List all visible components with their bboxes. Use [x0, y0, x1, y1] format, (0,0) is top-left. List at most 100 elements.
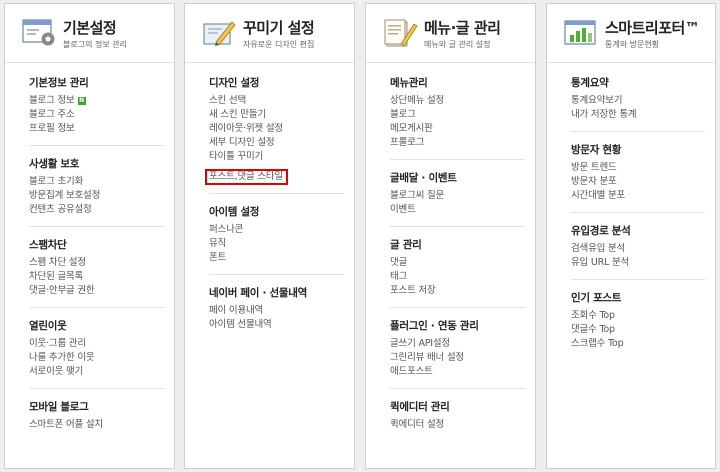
menu-item-top-scraps[interactable]: 스크랩수 Top	[571, 337, 705, 351]
section-privacy: 사생활 보호 블로그 초기화 방문집계 보호설정 컨텐츠 공유설정	[29, 157, 164, 227]
menu-item-hourly-distribution[interactable]: 시간대별 분포	[571, 189, 705, 203]
section-title: 플러그인 · 연동 관리	[390, 320, 479, 332]
section-referrer: 유입경로 분석 검색유입 분석 유입 URL 분석	[571, 224, 705, 280]
section-popular-posts: 인기 포스트 조회수 Top 댓글수 Top 스크랩수 Top	[571, 291, 705, 360]
menu-item-search-referrer[interactable]: 검색유입 분석	[571, 242, 705, 256]
column-menu-post-management: 메뉴·글 관리 메뉴와 글 관리 설정 메뉴관리 상단메뉴 설정 블로그 메모게…	[365, 3, 536, 469]
column-subtitle: 메뉴와 글 관리 설정	[424, 40, 491, 49]
menu-item-font[interactable]: 폰트	[209, 251, 344, 265]
column-title[interactable]: 꾸미기 설정	[243, 17, 315, 38]
column-header: 스마트리포터™ 통계와 방문현황	[547, 4, 715, 63]
design-pencil-icon	[203, 21, 236, 46]
menu-item-tags[interactable]: 태그	[390, 270, 525, 284]
section-naver-pay: 네이버 페이 · 선물내역 페이 이용내역 아이템 선물내역	[209, 286, 344, 341]
menu-item-comments[interactable]: 댓글	[390, 256, 525, 270]
section-title: 방문자 현황	[571, 144, 622, 156]
section-title: 스팸차단	[29, 239, 67, 251]
menu-item-post-save[interactable]: 포스트 저장	[390, 284, 525, 298]
menu-item-neighbor-groups[interactable]: 이웃·그룹 관리	[29, 337, 164, 351]
section-delivery-event: 글배달 · 이벤트 블로그씨 질문 이벤트	[390, 171, 525, 227]
menu-item-stats-summary-view[interactable]: 통계요약보기	[571, 94, 705, 108]
section-items: 아이템 설정 퍼스나콘 뮤직 폰트	[209, 205, 344, 275]
menu-item-gift-history[interactable]: 아이템 선물내역	[209, 318, 344, 332]
menu-item-visitor-distribution[interactable]: 방문자 분포	[571, 175, 705, 189]
menu-item-mutual-neighbors[interactable]: 서로이웃 맺기	[29, 365, 164, 379]
section-title: 인기 포스트	[571, 292, 622, 304]
section-title: 유입경로 분석	[571, 225, 631, 237]
column-subtitle: 블로그의 정보 관리	[63, 40, 127, 49]
menu-item-content-share[interactable]: 컨텐츠 공유설정	[29, 203, 164, 217]
bar-chart-icon	[564, 20, 596, 45]
section-title: 네이버 페이 · 선물내역	[209, 287, 307, 299]
menu-item-blog-info[interactable]: 블로그 정보 N	[29, 94, 164, 108]
section-title: 글배달 · 이벤트	[390, 172, 457, 184]
column-header: 꾸미기 설정 자유로운 디자인 편집	[185, 4, 354, 63]
menu-item-top-comments[interactable]: 댓글수 Top	[571, 323, 705, 337]
section-mobile: 모바일 블로그 스마트폰 어플 설치	[29, 400, 164, 441]
menu-item-post-comment-style[interactable]: 포스트,댓글 스타일	[205, 169, 288, 185]
section-title: 아이템 설정	[209, 206, 260, 218]
menu-item-quick-editor-settings[interactable]: 퀵에디터 설정	[390, 418, 525, 432]
section-title: 메뉴관리	[390, 77, 428, 89]
menu-item-adpost[interactable]: 애드포스트	[390, 365, 525, 379]
menu-item-saved-stats[interactable]: 내가 저장한 통계	[571, 108, 705, 122]
menu-item-green-review-banner[interactable]: 그린리뷰 배너 설정	[390, 351, 525, 365]
column-header: 기본설정 블로그의 정보 관리	[5, 4, 174, 63]
section-basic-info: 기본정보 관리 블로그 정보 N 블로그 주소 프로필 정보	[29, 76, 164, 146]
menu-item-memo-board[interactable]: 메모게시판	[390, 122, 525, 136]
menu-item-prologue[interactable]: 프롤로그	[390, 136, 525, 150]
section-post-management: 글 관리 댓글 태그 포스트 저장	[390, 238, 525, 308]
section-visitors: 방문자 현황 방문 트렌드 방문자 분포 시간대별 분포	[571, 143, 705, 213]
menu-item-blog-reset[interactable]: 블로그 초기화	[29, 175, 164, 189]
menu-item-smartphone-app[interactable]: 스마트폰 어플 설치	[29, 418, 164, 432]
menu-item-title-decorate[interactable]: 타이틀 꾸미기	[209, 150, 344, 164]
column-subtitle: 자유로운 디자인 편집	[243, 40, 315, 49]
section-neighbors: 열린이웃 이웃·그룹 관리 나를 추가한 이웃 서로이웃 맺기	[29, 319, 164, 389]
menu-item-blog-address[interactable]: 블로그 주소	[29, 108, 164, 122]
column-title[interactable]: 기본설정	[63, 17, 117, 38]
section-title: 퀵에디터 관리	[390, 401, 450, 413]
section-spam: 스팸차단 스팸 차단 설정 차단된 글목록 댓글·안부글 권한	[29, 238, 164, 308]
menu-item-spam-settings[interactable]: 스팸 차단 설정	[29, 256, 164, 270]
column-title[interactable]: 메뉴·글 관리	[424, 17, 501, 38]
menu-item-music[interactable]: 뮤직	[209, 237, 344, 251]
section-quick-editor: 퀵에디터 관리 퀵에디터 설정	[390, 400, 525, 441]
menu-item-visit-protection[interactable]: 방문집계 보호설정	[29, 189, 164, 203]
column-header: 메뉴·글 관리 메뉴와 글 관리 설정	[366, 4, 535, 63]
column-basic-settings: 기본설정 블로그의 정보 관리 기본정보 관리 블로그 정보 N 블로그 주소 프…	[4, 3, 175, 469]
section-title: 열린이웃	[29, 320, 67, 332]
menu-item-detail-design[interactable]: 세부 디자인 설정	[209, 136, 344, 150]
column-title[interactable]: 스마트리포터™	[605, 17, 700, 38]
menu-item-profile-info[interactable]: 프로필 정보	[29, 122, 164, 136]
menu-item-top-views[interactable]: 조회수 Top	[571, 309, 705, 323]
section-menu-management: 메뉴관리 상단메뉴 설정 블로그 메모게시판 프롤로그	[390, 76, 525, 160]
menu-item-blogc-question[interactable]: 블로그씨 질문	[390, 189, 525, 203]
menu-item-new-skin[interactable]: 새 스킨 만들기	[209, 108, 344, 122]
menu-item-followers[interactable]: 나를 추가한 이웃	[29, 351, 164, 365]
menu-item-comment-permission[interactable]: 댓글·안부글 권한	[29, 284, 164, 298]
settings-window-icon	[22, 19, 55, 46]
menu-item-write-api[interactable]: 글쓰기 API설정	[390, 337, 525, 351]
section-stats-summary: 통계요약 통계요약보기 내가 저장한 통계	[571, 76, 705, 132]
section-title: 디자인 설정	[209, 77, 260, 89]
section-title: 모바일 블로그	[29, 401, 89, 413]
section-title: 통계요약	[571, 77, 609, 89]
menu-item-blog[interactable]: 블로그	[390, 108, 525, 122]
column-smart-reporter: 스마트리포터™ 통계와 방문현황 통계요약 통계요약보기 내가 저장한 통계 방…	[546, 3, 716, 469]
menu-item-event[interactable]: 이벤트	[390, 203, 525, 217]
document-pencil-icon	[384, 19, 418, 47]
section-title: 기본정보 관리	[29, 77, 89, 89]
menu-item-visit-trend[interactable]: 방문 트렌드	[571, 161, 705, 175]
menu-item-url-referrer[interactable]: 유입 URL 분석	[571, 256, 705, 270]
section-plugins: 플러그인 · 연동 관리 글쓰기 API설정 그린리뷰 배너 설정 애드포스트	[390, 319, 525, 389]
menu-item-layout-widget[interactable]: 레이아웃·위젯 설정	[209, 122, 344, 136]
menu-item-personacon[interactable]: 퍼스나콘	[209, 223, 344, 237]
section-title: 사생활 보호	[29, 158, 80, 170]
menu-item-blocked-posts[interactable]: 차단된 글목록	[29, 270, 164, 284]
new-badge: N	[77, 97, 86, 105]
menu-item-skin-select[interactable]: 스킨 선택	[209, 94, 344, 108]
column-subtitle: 통계와 방문현황	[605, 40, 660, 49]
menu-item-pay-history[interactable]: 페이 이용내역	[209, 304, 344, 318]
menu-item-top-menu[interactable]: 상단메뉴 설정	[390, 94, 525, 108]
section-design: 디자인 설정 스킨 선택 새 스킨 만들기 레이아웃·위젯 설정 세부 디자인 …	[205, 76, 344, 194]
